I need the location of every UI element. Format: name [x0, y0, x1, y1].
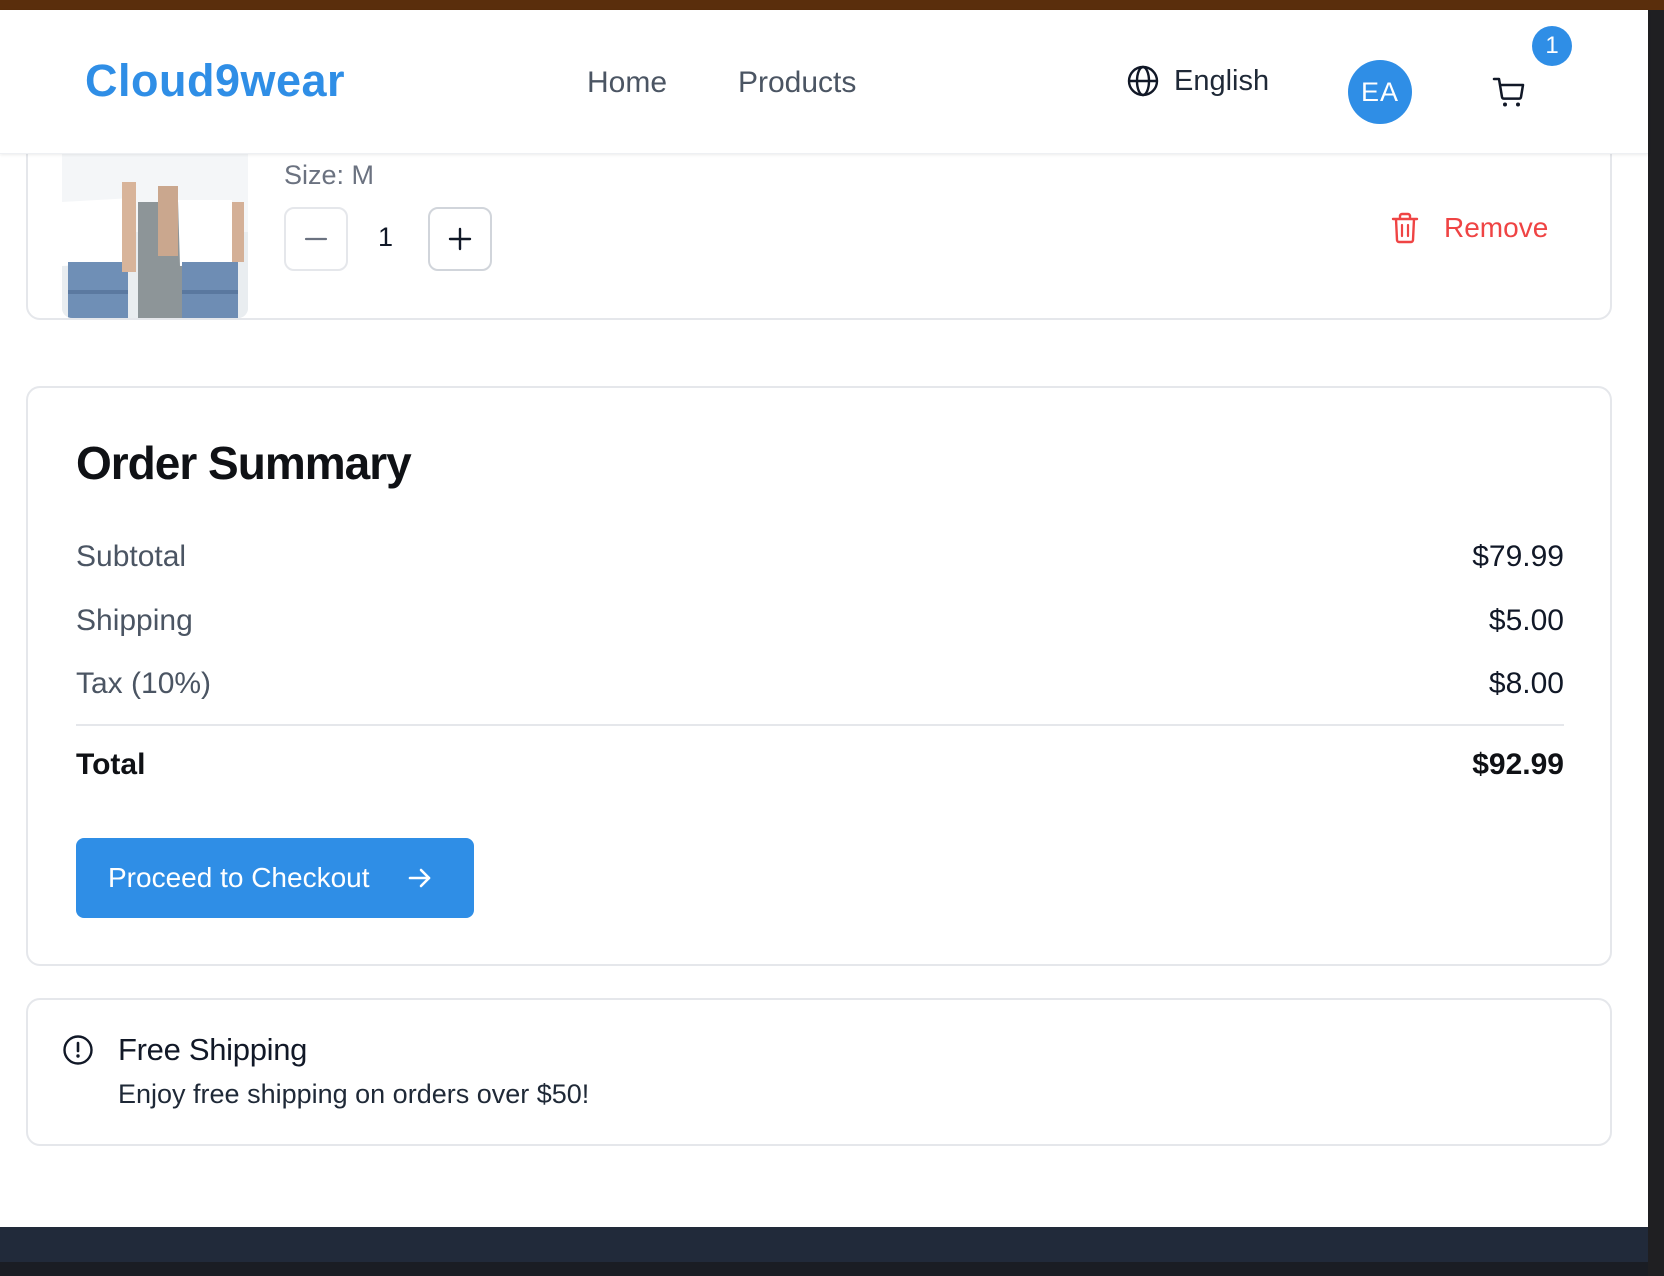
product-image [62, 142, 248, 318]
plus-icon [448, 227, 472, 251]
free-shipping-title: Free Shipping [118, 1032, 308, 1067]
total-value: $92.99 [1472, 748, 1564, 781]
browser-top-strip [0, 0, 1664, 10]
cart-icon [1492, 77, 1525, 107]
product-thumbnail[interactable] [62, 142, 248, 318]
quantity-value: 1 [378, 222, 394, 252]
window-edge [1648, 10, 1664, 1276]
subtotal-label: Subtotal [76, 540, 187, 573]
minus-icon [304, 237, 328, 241]
cart-button[interactable] [1491, 74, 1527, 110]
remove-item-button[interactable]: Remove [1390, 212, 1548, 244]
brand-logo[interactable]: Cloud9wear [85, 55, 345, 107]
language-label: English [1174, 64, 1270, 97]
trash-icon [1391, 212, 1419, 244]
tax-label: Tax (10%) [76, 667, 212, 700]
increase-quantity-button[interactable] [428, 207, 492, 271]
language-selector[interactable]: English [1126, 64, 1269, 98]
cart-count-badge: 1 [1532, 26, 1572, 66]
decrease-quantity-button[interactable] [284, 207, 348, 271]
checkout-label: Proceed to Checkout [108, 862, 370, 893]
nav-products-link[interactable]: Products [738, 66, 856, 100]
order-summary-title: Order Summary [76, 437, 412, 489]
arrow-right-icon [408, 868, 430, 888]
order-summary-card: Order Summary Subtotal $79.99 Shipping $… [26, 386, 1612, 966]
site-header: Cloud9wear Home Products English EA [0, 10, 1648, 154]
shipping-row: Shipping $5.00 [76, 604, 1564, 638]
shipping-value: $5.00 [1488, 604, 1564, 637]
remove-label: Remove [1444, 212, 1549, 243]
size-label: Size: M [284, 160, 375, 190]
total-label: Total [76, 748, 146, 781]
user-avatar[interactable]: EA [1348, 60, 1412, 124]
total-row: Total $92.99 [76, 748, 1564, 782]
shipping-label: Shipping [76, 604, 193, 637]
subtotal-value: $79.99 [1472, 540, 1564, 573]
globe-icon [1127, 65, 1159, 97]
alert-circle-icon [63, 1035, 93, 1065]
summary-divider [76, 724, 1564, 726]
nav-home-link[interactable]: Home [587, 66, 667, 100]
subtotal-row: Subtotal $79.99 [76, 540, 1564, 574]
tax-value: $8.00 [1488, 667, 1564, 700]
footer-bottom-strip [0, 1262, 1648, 1276]
free-shipping-notice: Free Shipping Enjoy free shipping on ord… [26, 998, 1612, 1146]
proceed-to-checkout-button[interactable]: Proceed to Checkout [76, 838, 474, 918]
tax-row: Tax (10%) $8.00 [76, 667, 1564, 701]
free-shipping-text: Enjoy free shipping on orders over $50! [118, 1079, 590, 1109]
